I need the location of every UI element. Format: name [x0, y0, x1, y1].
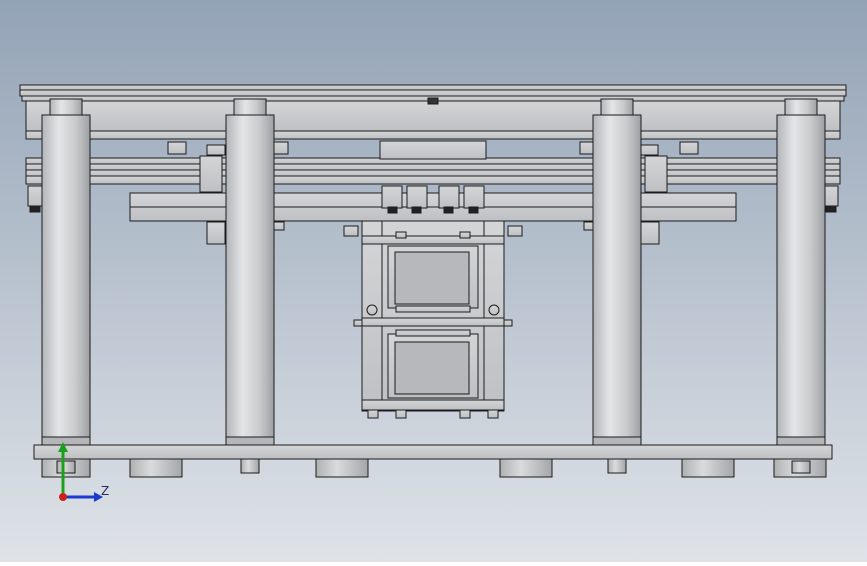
motor-housing[interactable] [353, 220, 513, 419]
top-plate[interactable] [19, 84, 847, 140]
cad-model-viewport[interactable]: Z [0, 0, 867, 562]
base-plate[interactable] [33, 444, 833, 460]
z-axis-label: Z [101, 484, 110, 498]
assembly-drawing [0, 0, 867, 562]
